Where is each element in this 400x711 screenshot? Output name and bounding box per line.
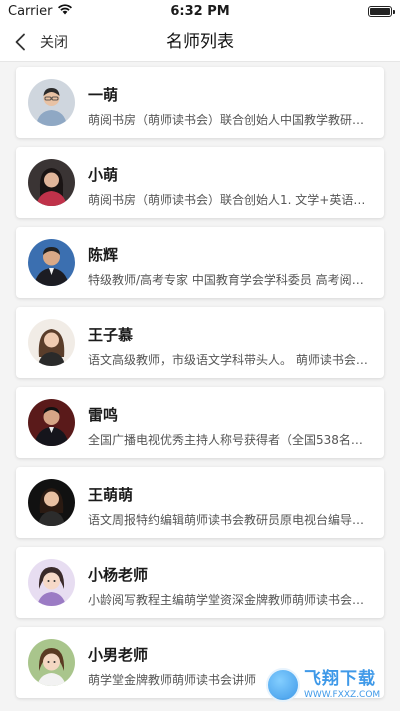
watermark-subtitle: WWW.FXXZ.COM — [304, 689, 381, 700]
teacher-name: 一萌 — [88, 86, 119, 104]
teacher-name: 小杨老师 — [88, 566, 149, 584]
navigation-bar: 关闭 名师列表 — [0, 22, 400, 62]
teacher-name: 小男老师 — [88, 646, 149, 664]
chevron-left-icon[interactable] — [14, 33, 26, 51]
back-button[interactable]: 关闭 — [14, 28, 68, 56]
teacher-card[interactable]: 雷鸣 全国广播电视优秀主持人称号获得者（全国538名主持人） — [16, 387, 384, 458]
avatar — [28, 79, 75, 126]
teacher-name: 小萌 — [88, 166, 119, 184]
status-bar: Carrier 6:32 PM — [0, 0, 400, 22]
teacher-description: 语文周报特约编辑萌师读书会教研员原电视台编导主持人 — [88, 513, 374, 527]
teacher-description: 萌阅书房（萌师读书会）联合创始人1. 文学+英语双学位 — [88, 193, 374, 207]
wifi-icon — [57, 3, 73, 19]
teacher-list: 一萌 萌阅书房（萌师读书会）联合创始人中国教学教研专家 小萌 萌阅书房（萌师读书… — [16, 67, 384, 707]
watermark-icon — [266, 668, 300, 702]
avatar — [28, 159, 75, 206]
battery-icon — [368, 5, 395, 17]
teacher-card[interactable]: 陈辉 特级教师/高考专家 中国教育学会学科委员 高考阅卷专家 — [16, 227, 384, 298]
avatar — [28, 639, 75, 686]
avatar — [28, 239, 75, 286]
status-left: Carrier — [8, 3, 73, 19]
avatar — [28, 559, 75, 606]
teacher-card[interactable]: 小萌 萌阅书房（萌师读书会）联合创始人1. 文学+英语双学位 — [16, 147, 384, 218]
teacher-name: 王子慕 — [88, 326, 134, 344]
teacher-description: 语文高级教师，市级语文学科带头人。 萌师读书会导师 — [88, 353, 374, 367]
teacher-description: 小龄阅写教程主编萌学堂资深金牌教师萌师读书会导师 — [88, 593, 374, 607]
teacher-description: 全国广播电视优秀主持人称号获得者（全国538名主持人） — [88, 433, 374, 447]
teacher-description: 萌阅书房（萌师读书会）联合创始人中国教学教研专家 — [88, 113, 374, 127]
teacher-card[interactable]: 王萌萌 语文周报特约编辑萌师读书会教研员原电视台编导主持人 — [16, 467, 384, 538]
watermark-text: 飞翔下载 WWW.FXXZ.COM — [304, 668, 381, 700]
avatar — [28, 399, 75, 446]
carrier-label: Carrier — [8, 3, 53, 19]
teacher-description: 特级教师/高考专家 中国教育学会学科委员 高考阅卷专家 — [88, 273, 374, 287]
teacher-card[interactable]: 王子慕 语文高级教师，市级语文学科带头人。 萌师读书会导师 — [16, 307, 384, 378]
teacher-name: 雷鸣 — [88, 406, 119, 424]
avatar — [28, 319, 75, 366]
teacher-card[interactable]: 一萌 萌阅书房（萌师读书会）联合创始人中国教学教研专家 — [16, 67, 384, 138]
avatar — [28, 479, 75, 526]
watermark-logo: 飞翔下载 WWW.FXXZ.COM — [266, 665, 394, 705]
teacher-name: 陈辉 — [88, 246, 119, 264]
teacher-name: 王萌萌 — [88, 486, 134, 504]
close-button[interactable]: 关闭 — [40, 32, 68, 52]
teacher-card[interactable]: 小杨老师 小龄阅写教程主编萌学堂资深金牌教师萌师读书会导师 — [16, 547, 384, 618]
watermark-title: 飞翔下载 — [304, 668, 376, 689]
